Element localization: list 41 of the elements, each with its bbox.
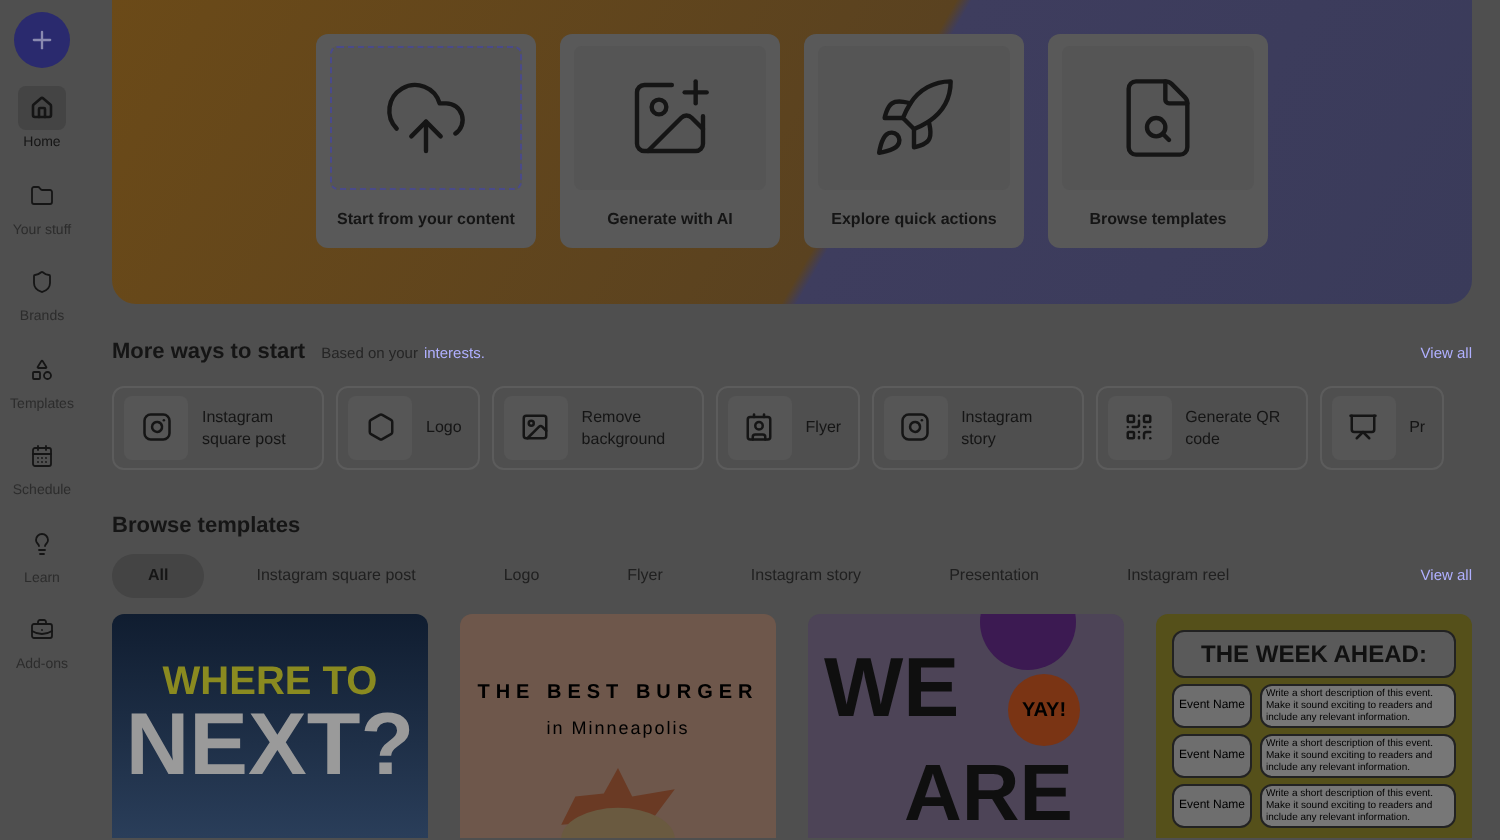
section-title: More ways to start	[112, 338, 306, 368]
home-icon	[30, 96, 54, 120]
quick-start-card[interactable]: Generate with AI	[560, 34, 780, 248]
quick-start-card[interactable]: Start from your content	[316, 34, 536, 248]
template-card[interactable]	[1156, 614, 1472, 838]
quick-action-card[interactable]: Pr	[1319, 385, 1444, 469]
presentation-icon	[1348, 412, 1379, 442]
template-card[interactable]: WE YAY! ARE	[808, 614, 1124, 838]
template-text: YAY!	[1008, 674, 1080, 746]
quick-action-card[interactable]: Instagram square post	[112, 385, 324, 469]
template-text: in Minneapolis	[546, 716, 690, 742]
create-button[interactable]	[14, 12, 70, 68]
template-text: WHERE TO	[162, 662, 378, 702]
section-title: Browse templates	[112, 511, 303, 541]
quick-action-card[interactable]: Flyer	[715, 385, 860, 469]
template-text: THE WEEK AHEAD:	[1172, 630, 1456, 678]
quick-start-card[interactable]: Browse templates	[1048, 34, 1268, 248]
template-text: NEXT?	[125, 702, 415, 790]
template-card[interactable]: WHERE TO NEXT?	[112, 614, 428, 838]
folder-icon	[29, 183, 54, 207]
instagram-icon	[141, 412, 171, 442]
hexagon-icon	[365, 412, 395, 442]
template-text: THE BEST BURGER	[477, 680, 759, 708]
shapes-icon	[30, 357, 54, 381]
template-card[interactable]: THE BEST BURGER in Minneapolis	[460, 614, 776, 838]
instagram-icon	[900, 412, 931, 442]
quick-action-card[interactable]: Remove background	[491, 385, 704, 469]
template-text: WE	[824, 646, 960, 730]
quick-action-card[interactable]: Instagram story	[871, 385, 1084, 469]
image-icon	[520, 412, 551, 442]
template-text: ARE	[904, 754, 1073, 834]
flyer-icon	[744, 412, 775, 442]
shield-icon	[30, 270, 54, 294]
lightbulb-icon	[30, 531, 54, 555]
qr-code-icon	[1124, 412, 1155, 442]
quick-start-card[interactable]: Explore quick actions	[804, 34, 1024, 248]
quick-action-card[interactable]: Logo	[336, 385, 480, 469]
plus-icon	[28, 26, 56, 54]
briefcase-icon	[29, 618, 54, 642]
calendar-icon	[29, 444, 54, 468]
quick-action-card[interactable]: Generate QR code	[1095, 385, 1308, 469]
